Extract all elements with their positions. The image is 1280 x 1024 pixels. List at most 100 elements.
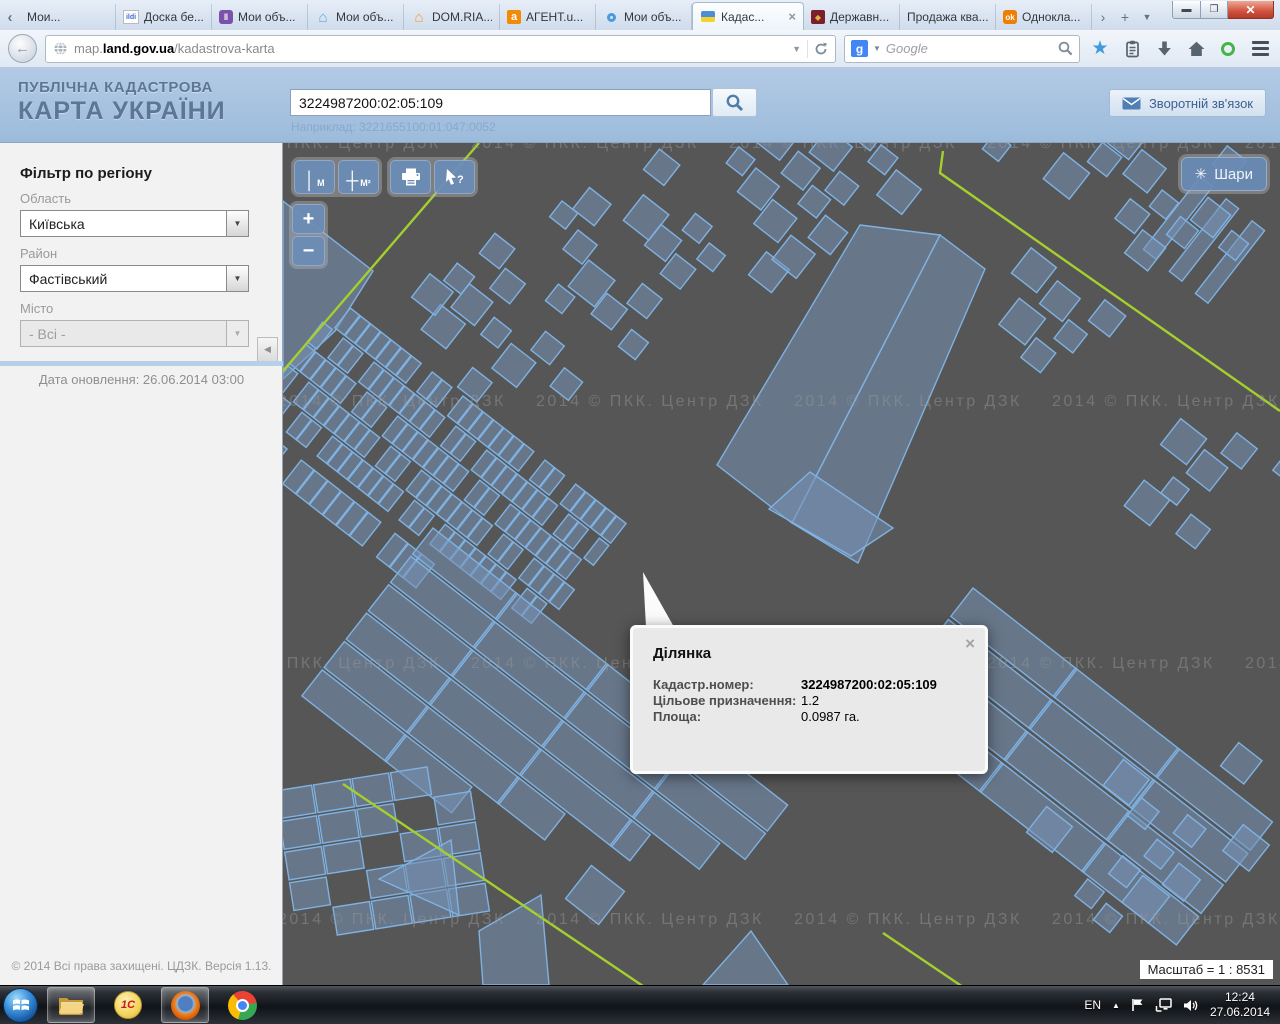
google-icon: g bbox=[851, 40, 868, 57]
cadastral-map-canvas[interactable] bbox=[283, 143, 1280, 985]
windows-flag-icon bbox=[12, 997, 30, 1013]
browser-tab[interactable]: aАГЕНТ.u... bbox=[500, 4, 596, 30]
taskbar-chrome-button[interactable] bbox=[218, 987, 266, 1023]
reload-icon[interactable] bbox=[814, 42, 828, 56]
house-blue-favicon-icon: ⌂ bbox=[315, 10, 331, 24]
measure-length-unit-label: М bbox=[317, 178, 325, 188]
fork-purple-favicon-icon: ‖ bbox=[219, 10, 233, 24]
clock-date: 27.06.2014 bbox=[1210, 1005, 1270, 1020]
taskbar-explorer-button[interactable] bbox=[47, 987, 95, 1023]
browser-tab[interactable]: ok Однокла... bbox=[996, 4, 1092, 30]
browser-tab[interactable]: ildiДоска бе... bbox=[116, 4, 212, 30]
site-logo: ПУБЛІЧНА КАДАСТРОВА КАРТА УКРАЇНИ bbox=[18, 79, 226, 126]
url-bar[interactable]: map.land.gov.ua/kadastrova-karta ▼ bbox=[45, 35, 836, 63]
browser-tab[interactable]: ‖Мои объ... bbox=[212, 4, 308, 30]
restore-button[interactable]: ❐ bbox=[1201, 1, 1228, 19]
sidebar-collapse-icon[interactable]: ◀ bbox=[257, 337, 278, 362]
tab-title: DOM.RIA... bbox=[432, 10, 492, 24]
tab-close-icon[interactable]: × bbox=[786, 9, 796, 24]
web-search-input[interactable] bbox=[886, 41, 1053, 56]
browser-tab[interactable]: Кадас... × bbox=[692, 2, 804, 30]
chevron-down-icon[interactable]: ▼ bbox=[226, 266, 248, 291]
taskbar-clock[interactable]: 12:24 27.06.2014 bbox=[1210, 990, 1270, 1020]
home-icon[interactable] bbox=[1184, 37, 1208, 61]
feedback-button[interactable]: Зворотній зв'язок bbox=[1109, 89, 1266, 117]
search-engine-dropdown-icon[interactable]: ▼ bbox=[873, 44, 881, 53]
network-icon[interactable] bbox=[1155, 998, 1172, 1012]
close-button[interactable]: ✕ bbox=[1228, 1, 1274, 19]
taskbar-1c-button[interactable]: 1С bbox=[104, 987, 152, 1023]
zoom-control: + − bbox=[289, 201, 328, 269]
ok-orange-favicon-icon: ok bbox=[1003, 10, 1017, 24]
action-center-flag-icon[interactable] bbox=[1131, 998, 1144, 1012]
select-oblast[interactable]: Київська▼ bbox=[20, 210, 249, 237]
chevron-down-icon[interactable]: ▼ bbox=[226, 211, 248, 236]
new-tab-button[interactable]: + bbox=[1114, 4, 1136, 30]
volume-icon[interactable] bbox=[1183, 999, 1199, 1012]
bookmark-star-icon[interactable]: ★ bbox=[1088, 37, 1112, 61]
browser-tab[interactable]: Мои объ... bbox=[596, 4, 692, 30]
select-raion-value: Фастівський bbox=[21, 271, 226, 287]
popup-row: Цільове призначення:1.2 bbox=[653, 693, 965, 708]
back-button[interactable]: ← bbox=[8, 34, 37, 63]
tab-scroll-right-icon[interactable]: › bbox=[1092, 4, 1114, 30]
tab-scroll-left-icon[interactable]: ‹ bbox=[0, 4, 20, 30]
tool-measure-area-button[interactable]: ┼М² bbox=[338, 160, 379, 194]
url-path: /kadastrova-karta bbox=[174, 41, 274, 56]
print-icon bbox=[400, 168, 422, 187]
web-search-bar[interactable]: g ▼ bbox=[844, 35, 1080, 63]
system-tray: EN ▲ 12:24 27.06.2014 bbox=[1084, 990, 1280, 1020]
select-oblast-value: Київська bbox=[21, 216, 226, 232]
tab-title: АГЕНТ.u... bbox=[526, 10, 588, 24]
minimize-button[interactable]: ▬ bbox=[1172, 1, 1201, 19]
tool-identify-button[interactable]: ? bbox=[434, 160, 475, 194]
tool-print-button[interactable] bbox=[390, 160, 431, 194]
navigation-bar: ← map.land.gov.ua/kadastrova-karta ▼ g ▼ bbox=[0, 30, 1280, 68]
browser-tab[interactable]: ◆Державн... bbox=[804, 4, 900, 30]
tab-title: Кадас... bbox=[721, 10, 781, 24]
emblem-red-favicon-icon: ◆ bbox=[811, 10, 825, 24]
tool-measure-length-button[interactable]: │М bbox=[294, 160, 335, 194]
tab-title: Однокла... bbox=[1022, 10, 1084, 24]
cadastral-number-input[interactable] bbox=[290, 89, 711, 116]
field-label-oblast: Область bbox=[20, 191, 282, 206]
browser-tab[interactable]: Мои... bbox=[20, 4, 116, 30]
window-controls: ▬ ❐ ✕ bbox=[1172, 1, 1274, 19]
search-icon bbox=[726, 94, 744, 112]
tab-title: Мои объ... bbox=[336, 10, 396, 24]
action-tool-group: ? bbox=[387, 157, 478, 197]
menu-icon[interactable] bbox=[1248, 37, 1272, 61]
browser-tab[interactable]: ⌂ Мои объ... bbox=[308, 4, 404, 30]
start-button[interactable] bbox=[3, 988, 38, 1023]
zoom-in-button[interactable]: + bbox=[292, 204, 325, 234]
browser-tab[interactable]: Продажа ква... bbox=[900, 4, 996, 30]
downloads-icon[interactable] bbox=[1152, 37, 1176, 61]
firefox-icon bbox=[171, 991, 200, 1020]
ring-blue-favicon-icon bbox=[603, 10, 619, 24]
field-label-raion: Район bbox=[20, 246, 282, 261]
parcel-info-popup: Ділянка × Кадастр.номер:3224987200:02:05… bbox=[630, 625, 988, 774]
language-indicator[interactable]: EN bbox=[1084, 998, 1101, 1012]
popup-close-icon[interactable]: × bbox=[965, 634, 975, 654]
taskbar-firefox-button[interactable] bbox=[161, 987, 209, 1023]
field-label-misto: Місто bbox=[20, 301, 282, 316]
svg-text:?: ? bbox=[457, 174, 464, 186]
bookmarks-menu-icon[interactable] bbox=[1120, 37, 1144, 61]
ildi-favicon-icon: ildi bbox=[123, 10, 139, 24]
popup-row-label: Площа: bbox=[653, 709, 801, 724]
measure-tool-group: │М┼М² bbox=[291, 157, 382, 197]
cadastral-search-button[interactable] bbox=[712, 88, 757, 117]
taskbar: 1С EN ▲ 12:24 bbox=[0, 985, 1280, 1024]
list-tabs-icon[interactable]: ▼ bbox=[1136, 4, 1158, 30]
select-raion[interactable]: Фастівський▼ bbox=[20, 265, 249, 292]
search-icon[interactable] bbox=[1058, 41, 1073, 56]
browser-tab[interactable]: ⌂DOM.RIA... bbox=[404, 4, 500, 30]
addon-ring-icon[interactable] bbox=[1216, 37, 1240, 61]
zoom-out-button[interactable]: − bbox=[292, 236, 325, 266]
site-header: ПУБЛІЧНА КАДАСТРОВА КАРТА УКРАЇНИ Наприк… bbox=[0, 68, 1280, 143]
url-prefix: map. bbox=[74, 41, 103, 56]
layers-button[interactable]: ✳ Шари bbox=[1181, 157, 1267, 191]
url-dropdown-icon[interactable]: ▼ bbox=[792, 44, 801, 54]
sidebar: Фільтр по регіону ОбластьКиївська▼РайонФ… bbox=[0, 143, 283, 985]
hidden-icons-icon[interactable]: ▲ bbox=[1112, 1001, 1120, 1010]
